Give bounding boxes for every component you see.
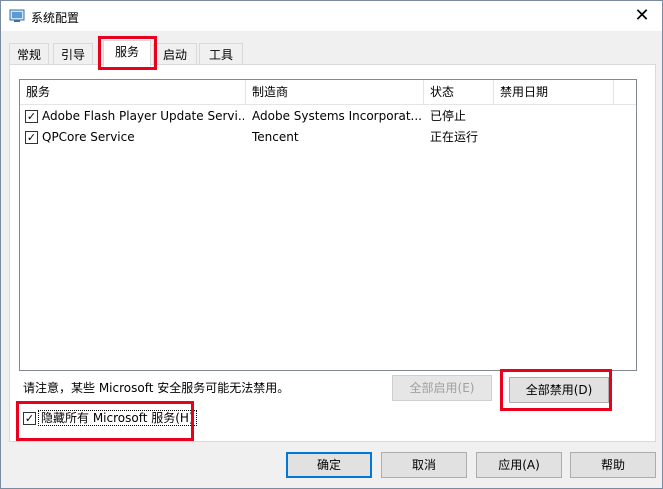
close-icon: ✕ <box>634 5 650 26</box>
title-bar: 系统配置 ✕ <box>1 1 662 31</box>
col-header-status[interactable]: 状态 <box>424 80 494 104</box>
tab-boot[interactable]: 引导 <box>53 43 93 65</box>
tab-startup[interactable]: 启动 <box>153 43 197 65</box>
service-disabled-date <box>500 106 610 127</box>
hide-microsoft-checkbox[interactable]: ✓ <box>23 412 36 425</box>
services-panel: 服务 制造商 状态 禁用日期 ✓ Adobe Flash Player Upda… <box>9 64 656 442</box>
close-button[interactable]: ✕ <box>622 1 662 31</box>
cancel-button[interactable]: 取消 <box>381 452 467 478</box>
col-header-vendor[interactable]: 制造商 <box>246 80 424 104</box>
window-title: 系统配置 <box>31 11 80 25</box>
service-status: 已停止 <box>430 109 467 123</box>
tab-tools[interactable]: 工具 <box>199 43 243 65</box>
col-header-disabled-date[interactable]: 禁用日期 <box>494 80 614 104</box>
apply-button[interactable]: 应用(A) <box>476 452 562 478</box>
system-config-icon <box>9 9 25 22</box>
enable-all-button[interactable]: 全部启用(E) <box>392 375 492 401</box>
list-header: 服务 制造商 状态 禁用日期 <box>20 80 636 105</box>
disable-all-button[interactable]: 全部禁用(D) <box>509 377 609 403</box>
service-name: QPCore Service <box>42 130 135 144</box>
security-note: 请注意，某些 Microsoft 安全服务可能无法禁用。 <box>23 381 290 395</box>
system-config-window: 系统配置 ✕ 常规 引导 服务 启动 工具 服务 制造商 状态 禁用日期 ✓ A… <box>0 0 663 489</box>
col-header-service[interactable]: 服务 <box>20 80 246 104</box>
ok-button[interactable]: 确定 <box>286 452 372 478</box>
service-checkbox[interactable]: ✓ <box>25 110 38 123</box>
service-vendor: Tencent <box>252 130 299 144</box>
service-name: Adobe Flash Player Update Servi... <box>42 109 244 123</box>
hide-microsoft-label[interactable]: 隐藏所有 Microsoft 服务(H) <box>38 410 197 426</box>
service-vendor: Adobe Systems Incorporat... <box>252 109 422 123</box>
help-button[interactable]: 帮助 <box>570 452 656 478</box>
services-list[interactable]: 服务 制造商 状态 禁用日期 ✓ Adobe Flash Player Upda… <box>19 79 637 371</box>
tab-services[interactable]: 服务 <box>103 40 151 66</box>
table-row[interactable]: ✓ QPCore Service Tencent 正在运行 <box>20 127 636 148</box>
service-status: 正在运行 <box>430 130 479 144</box>
tab-general[interactable]: 常规 <box>9 43 49 65</box>
service-checkbox[interactable]: ✓ <box>25 131 38 144</box>
service-disabled-date <box>500 127 610 148</box>
table-row[interactable]: ✓ Adobe Flash Player Update Servi... Ado… <box>20 106 636 127</box>
